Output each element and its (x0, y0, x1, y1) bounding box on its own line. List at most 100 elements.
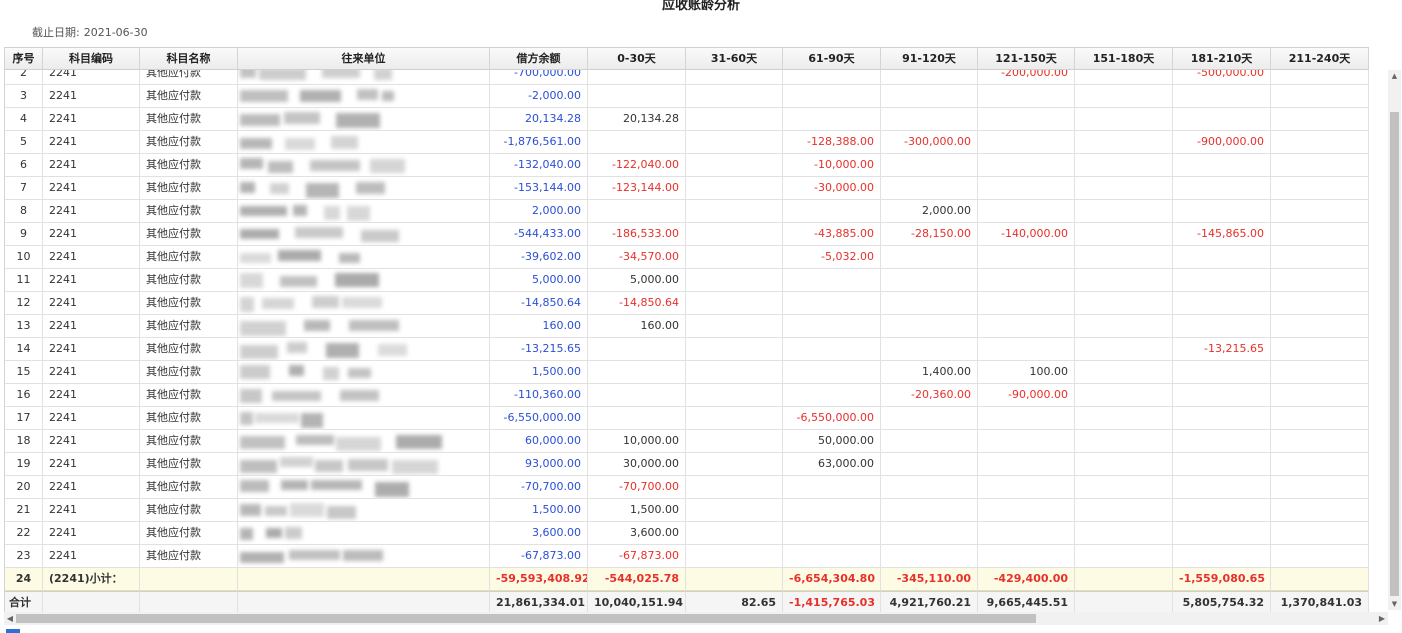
cell-0-30: 20,134.28 (588, 108, 686, 131)
cell-91-120: 2,000.00 (881, 200, 978, 223)
cell-code: 2241 (43, 154, 140, 177)
cell-debit: -6,550,000.00 (490, 407, 588, 430)
cell-91-120 (881, 154, 978, 177)
cell-name: 其他应付款 (140, 545, 238, 568)
cell-31-60 (686, 246, 783, 269)
vertical-scroll-thumb[interactable] (1390, 112, 1399, 596)
table-row[interactable]: 20 2241 其他应付款 -70,700.00 -70,700.00 (5, 476, 1369, 499)
scroll-up-icon[interactable]: ▲ (1388, 70, 1401, 82)
cell-debit: 2,000.00 (490, 200, 588, 223)
table-row[interactable]: 6 2241 其他应付款 -132,040.00 -122,040.00 -10,000.… (5, 154, 1369, 177)
cell-seq: 15 (5, 361, 43, 384)
subtotal-151-180 (1075, 568, 1173, 591)
table-row[interactable]: 10 2241 其他应付款 -39,602.00 -34,570.00 -5,032.00 (5, 246, 1369, 269)
cell-121-150 (978, 177, 1075, 200)
table-row[interactable]: 13 2241 其他应付款 160.00 160.00 (5, 315, 1369, 338)
table-row[interactable]: 7 2241 其他应付款 -153,144.00 -123,144.00 -30,000.… (5, 177, 1369, 200)
redacted-party (238, 200, 489, 222)
table-row[interactable]: 15 2241 其他应付款 1,500.00 1,400.00 100.00 (5, 361, 1369, 384)
cell-211-240 (1271, 85, 1369, 108)
table-row[interactable]: 9 2241 其他应付款 -544,433.00 -186,533.00 -43,885.… (5, 223, 1369, 246)
total-row[interactable]: 合计 21,861,334.01 10,040,151.94 82.65 -1,415,… (5, 591, 1369, 612)
cell-61-90 (783, 292, 881, 315)
table-row[interactable]: 5 2241 其他应付款 -1,876,561.00 -128,388.00 -300,0… (5, 131, 1369, 154)
table-row[interactable]: 17 2241 其他应付款 -6,550,000.00 -6,550,000.00 (5, 407, 1369, 430)
cell-31-60 (686, 361, 783, 384)
subtotal-91-120: -345,110.00 (881, 568, 978, 591)
horizontal-scroll-thumb[interactable] (16, 614, 1036, 623)
cell-121-150 (978, 453, 1075, 476)
table-row[interactable]: 12 2241 其他应付款 -14,850.64 -14,850.64 (5, 292, 1369, 315)
subtotal-211-240 (1271, 568, 1369, 591)
cell-party (238, 131, 490, 154)
header-col-181-210[interactable]: 181-210天 (1173, 48, 1271, 70)
redacted-party (238, 131, 489, 153)
cell-181-210 (1173, 476, 1271, 499)
header-col-debit[interactable]: 借方余额 (490, 48, 588, 70)
cell-name: 其他应付款 (140, 407, 238, 430)
table-row[interactable]: 3 2241 其他应付款 -2,000.00 (5, 85, 1369, 108)
cell-debit: -544,433.00 (490, 223, 588, 246)
table-row[interactable]: 2 2241 其他应付款 -700,000.00 -200,000.00 -500,000… (5, 70, 1369, 85)
header-col-211-240[interactable]: 211-240天 (1271, 48, 1369, 70)
scroll-left-icon[interactable]: ◀ (4, 612, 16, 625)
cell-61-90 (783, 269, 881, 292)
header-col-91-120[interactable]: 91-120天 (881, 48, 978, 70)
cell-party (238, 522, 490, 545)
cell-121-150 (978, 407, 1075, 430)
cell-181-210 (1173, 522, 1271, 545)
table-row[interactable]: 14 2241 其他应付款 -13,215.65 -13,215.65 (5, 338, 1369, 361)
subtotal-code: (2241)小计： (43, 568, 140, 591)
redacted-party (238, 407, 489, 429)
header-col-party[interactable]: 往来单位 (238, 48, 490, 70)
cell-31-60 (686, 338, 783, 361)
header-col-121-150[interactable]: 121-150天 (978, 48, 1075, 70)
cell-name: 其他应付款 (140, 499, 238, 522)
cell-211-240 (1271, 545, 1369, 568)
header-col-name[interactable]: 科目名称 (140, 48, 238, 70)
header-col-151-180[interactable]: 151-180天 (1075, 48, 1173, 70)
table-row[interactable]: 23 2241 其他应付款 -67,873.00 -67,873.00 (5, 545, 1369, 568)
cell-code: 2241 (43, 545, 140, 568)
redacted-party (238, 453, 489, 475)
table-row[interactable]: 4 2241 其他应付款 20,134.28 20,134.28 (5, 108, 1369, 131)
cell-seq: 23 (5, 545, 43, 568)
header-col-seq[interactable]: 序号 (5, 48, 43, 70)
scroll-down-icon[interactable]: ▼ (1388, 598, 1401, 610)
table-row[interactable]: 19 2241 其他应付款 93,000.00 30,000.00 63,000.00 (5, 453, 1369, 476)
status-indicator-icon (6, 629, 20, 633)
table-row[interactable]: 11 2241 其他应付款 5,000.00 5,000.00 (5, 269, 1369, 292)
cell-151-180 (1075, 70, 1173, 85)
header-col-code[interactable]: 科目编码 (43, 48, 140, 70)
cell-121-150: 100.00 (978, 361, 1075, 384)
cell-name: 其他应付款 (140, 177, 238, 200)
cell-181-210 (1173, 545, 1271, 568)
cell-91-120 (881, 453, 978, 476)
header-col-31-60[interactable]: 31-60天 (686, 48, 783, 70)
cell-91-120 (881, 407, 978, 430)
cell-party (238, 246, 490, 269)
cell-151-180 (1075, 361, 1173, 384)
cell-seq: 21 (5, 499, 43, 522)
subtotal-row[interactable]: 24 (2241)小计： -59,593,408.92 -544,025.78 -6,6… (5, 568, 1369, 591)
table-row[interactable]: 21 2241 其他应付款 1,500.00 1,500.00 (5, 499, 1369, 522)
subtotal-121-150: -429,400.00 (978, 568, 1075, 591)
table-row[interactable]: 16 2241 其他应付款 -110,360.00 -20,360.00 -90,000.… (5, 384, 1369, 407)
header-col-0-30[interactable]: 0-30天 (588, 48, 686, 70)
scroll-right-icon[interactable]: ▶ (1376, 612, 1388, 625)
table-row[interactable]: 22 2241 其他应付款 3,600.00 3,600.00 (5, 522, 1369, 545)
vertical-scrollbar[interactable]: ▲ ▼ (1388, 70, 1401, 610)
cell-211-240 (1271, 361, 1369, 384)
cell-31-60 (686, 499, 783, 522)
cell-91-120 (881, 292, 978, 315)
cell-0-30: 10,000.00 (588, 430, 686, 453)
table-row[interactable]: 8 2241 其他应付款 2,000.00 2,000.00 (5, 200, 1369, 223)
cell-121-150 (978, 430, 1075, 453)
header-col-61-90[interactable]: 61-90天 (783, 48, 881, 70)
subtotal-31-60 (686, 568, 783, 591)
cell-code: 2241 (43, 70, 140, 85)
cell-code: 2241 (43, 384, 140, 407)
cell-code: 2241 (43, 430, 140, 453)
horizontal-scrollbar[interactable]: ◀ ▶ (4, 612, 1388, 625)
table-row[interactable]: 18 2241 其他应付款 60,000.00 10,000.00 50,000.00 (5, 430, 1369, 453)
